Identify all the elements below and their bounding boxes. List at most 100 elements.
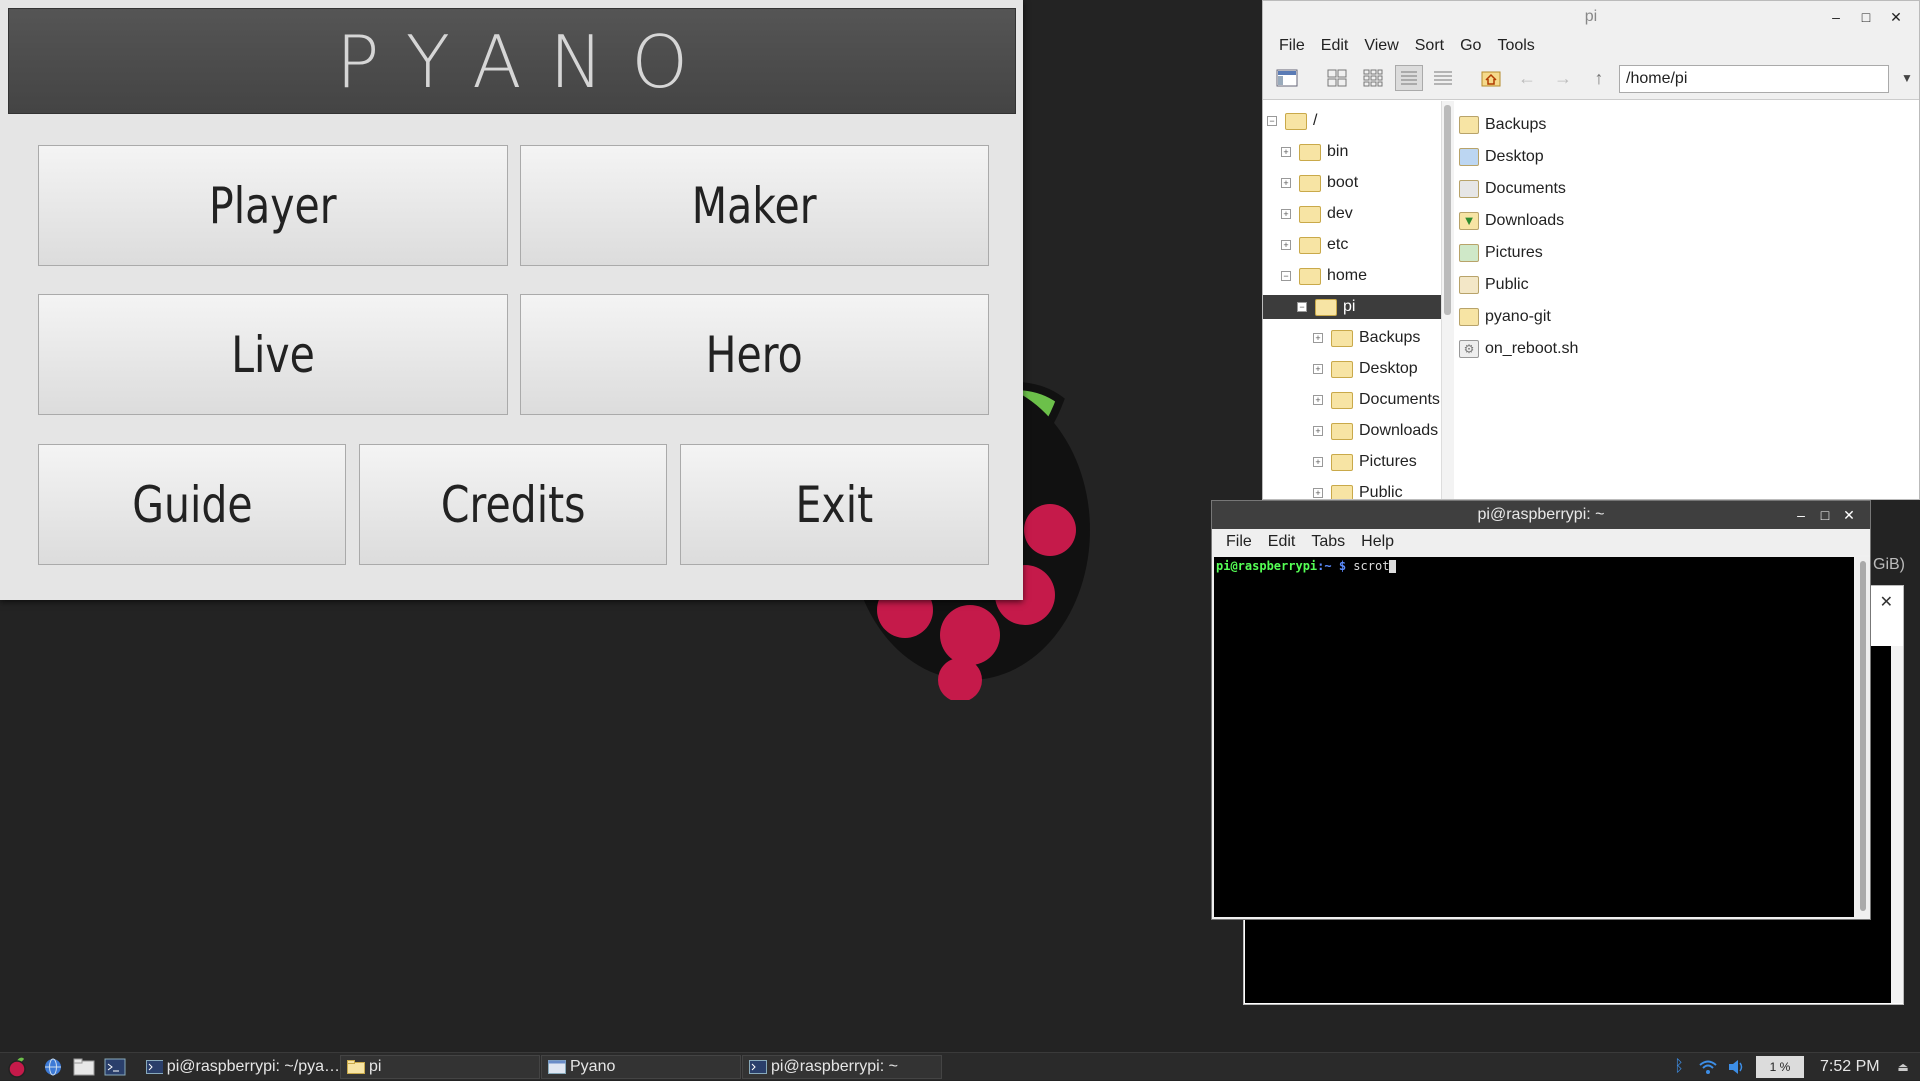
credits-button[interactable]: Credits: [359, 444, 667, 565]
guide-button[interactable]: Guide: [38, 444, 346, 565]
folder-icon: [1331, 453, 1353, 471]
background-window-text: GiB): [1873, 556, 1905, 573]
expand-icon[interactable]: +: [1313, 457, 1323, 467]
live-button[interactable]: Live: [38, 294, 508, 415]
tree-item-bin[interactable]: + bin: [1263, 140, 1441, 164]
close-icon[interactable]: ✕: [1880, 592, 1893, 612]
menu-help[interactable]: Help: [1353, 529, 1402, 555]
menu-tabs[interactable]: Tabs: [1303, 529, 1353, 555]
raspberry-menu-icon[interactable]: [6, 1056, 28, 1078]
web-browser-icon[interactable]: [42, 1056, 64, 1078]
file-item[interactable]: ⚙ on_reboot.sh: [1459, 333, 1919, 365]
tree-item-pi[interactable]: − pi: [1263, 295, 1441, 319]
chevron-down-icon[interactable]: ▼: [1893, 65, 1919, 91]
app-title: PYANO: [8, 8, 1016, 114]
expand-icon[interactable]: +: [1313, 488, 1323, 498]
thumbnail-view-icon[interactable]: [1359, 65, 1387, 91]
tree-item-documents[interactable]: + Documents: [1263, 388, 1441, 412]
close-icon[interactable]: ✕: [1838, 501, 1860, 529]
file-item[interactable]: Desktop: [1459, 141, 1919, 173]
file-item[interactable]: ▼ Downloads: [1459, 205, 1919, 237]
hero-button[interactable]: Hero: [520, 294, 989, 415]
tree-item-desktop[interactable]: + Desktop: [1263, 357, 1441, 381]
clock[interactable]: 7:52 PM: [1820, 1053, 1880, 1081]
menu-sort[interactable]: Sort: [1407, 33, 1452, 59]
collapse-icon[interactable]: −: [1281, 271, 1291, 281]
expand-icon[interactable]: +: [1281, 178, 1291, 188]
file-item[interactable]: Backups: [1459, 109, 1919, 141]
tree-item-public[interactable]: + Public: [1263, 481, 1441, 499]
sidebar-toggle-icon[interactable]: [1273, 65, 1301, 91]
taskbar-item-file-manager[interactable]: pi: [340, 1055, 540, 1079]
maker-button[interactable]: Maker: [520, 145, 989, 266]
tree-item-backups[interactable]: + Backups: [1263, 326, 1441, 350]
close-icon[interactable]: ✕: [1885, 1, 1907, 33]
expand-icon[interactable]: +: [1313, 395, 1323, 405]
menu-go[interactable]: Go: [1452, 33, 1489, 59]
credits-button-label: Credits: [440, 475, 586, 534]
minimize-icon[interactable]: –: [1825, 1, 1847, 33]
taskbar-item-pyano[interactable]: Pyano: [541, 1055, 741, 1079]
back-arrow-icon[interactable]: ←: [1513, 65, 1541, 91]
tree-item-boot[interactable]: + boot: [1263, 171, 1441, 195]
taskbar-item-terminal-pyano[interactable]: pi@raspberrypi: ~/pya…: [140, 1055, 340, 1079]
maximize-icon[interactable]: □: [1855, 1, 1877, 33]
tree-scrollbar[interactable]: [1441, 101, 1454, 499]
file-manager-launcher-icon[interactable]: [73, 1056, 95, 1078]
folder-icon: [1285, 112, 1307, 130]
menu-edit[interactable]: Edit: [1313, 33, 1357, 59]
collapse-icon[interactable]: −: [1267, 116, 1277, 126]
file-item-label: Public: [1485, 276, 1529, 293]
expand-icon[interactable]: +: [1313, 364, 1323, 374]
tree-item-home[interactable]: − home: [1263, 264, 1441, 288]
file-item[interactable]: pyano-git: [1459, 301, 1919, 333]
tree-item-pictures[interactable]: + Pictures: [1263, 450, 1441, 474]
home-icon[interactable]: [1477, 65, 1505, 91]
cpu-usage-monitor[interactable]: 1 %: [1756, 1056, 1804, 1078]
tree-item-dev[interactable]: + dev: [1263, 202, 1441, 226]
terminal-menubar: File Edit Tabs Help: [1212, 529, 1870, 555]
expand-icon[interactable]: +: [1281, 147, 1291, 157]
file-item-label: Downloads: [1485, 212, 1565, 229]
tree-item-root[interactable]: − /: [1263, 109, 1441, 133]
expand-icon[interactable]: +: [1281, 240, 1291, 250]
player-button[interactable]: Player: [38, 145, 508, 266]
up-arrow-icon[interactable]: ↑: [1585, 65, 1613, 91]
list-view-icon[interactable]: [1429, 65, 1457, 91]
maximize-icon[interactable]: □: [1814, 501, 1836, 529]
minimize-icon[interactable]: –: [1790, 501, 1812, 529]
menu-view[interactable]: View: [1356, 33, 1406, 59]
terminal-output-area[interactable]: pi@raspberrypi:~ $ scrot: [1214, 557, 1854, 917]
expand-icon[interactable]: +: [1281, 209, 1291, 219]
expand-icon[interactable]: +: [1313, 426, 1323, 436]
volume-icon[interactable]: [1726, 1056, 1748, 1078]
file-item[interactable]: Pictures: [1459, 237, 1919, 269]
scrollbar-thumb[interactable]: [1860, 561, 1866, 911]
file-item[interactable]: Public: [1459, 269, 1919, 301]
terminal-scrollbar[interactable]: [1891, 646, 1903, 1003]
wifi-icon[interactable]: [1697, 1056, 1719, 1078]
scrollbar-thumb[interactable]: [1444, 105, 1451, 315]
terminal-scrollbar[interactable]: [1856, 557, 1870, 917]
tree-item-downloads[interactable]: + Downloads: [1263, 419, 1441, 443]
path-input[interactable]: /home/pi: [1619, 65, 1889, 93]
pictures-folder-icon: [1459, 244, 1479, 262]
compact-view-icon[interactable]: [1395, 65, 1423, 91]
menu-tools[interactable]: Tools: [1489, 33, 1542, 59]
taskbar-item-terminal[interactable]: pi@raspberrypi: ~: [742, 1055, 942, 1079]
taskbar-item-label: Pyano: [570, 1058, 616, 1075]
collapse-icon[interactable]: −: [1297, 302, 1307, 312]
taskbar-item-label: pi@raspberrypi: ~: [771, 1058, 898, 1075]
file-item[interactable]: Documents: [1459, 173, 1919, 205]
exit-button[interactable]: Exit: [680, 444, 989, 565]
menu-file[interactable]: File: [1271, 33, 1313, 59]
bluetooth-icon[interactable]: ᛒ: [1668, 1056, 1690, 1078]
icon-view-icon[interactable]: [1323, 65, 1351, 91]
eject-icon[interactable]: ⏏: [1892, 1056, 1914, 1078]
expand-icon[interactable]: +: [1313, 333, 1323, 343]
forward-arrow-icon[interactable]: →: [1549, 65, 1577, 91]
menu-edit[interactable]: Edit: [1260, 529, 1304, 555]
menu-file[interactable]: File: [1218, 529, 1260, 555]
tree-item-etc[interactable]: + etc: [1263, 233, 1441, 257]
terminal-launcher-icon[interactable]: [104, 1056, 126, 1078]
